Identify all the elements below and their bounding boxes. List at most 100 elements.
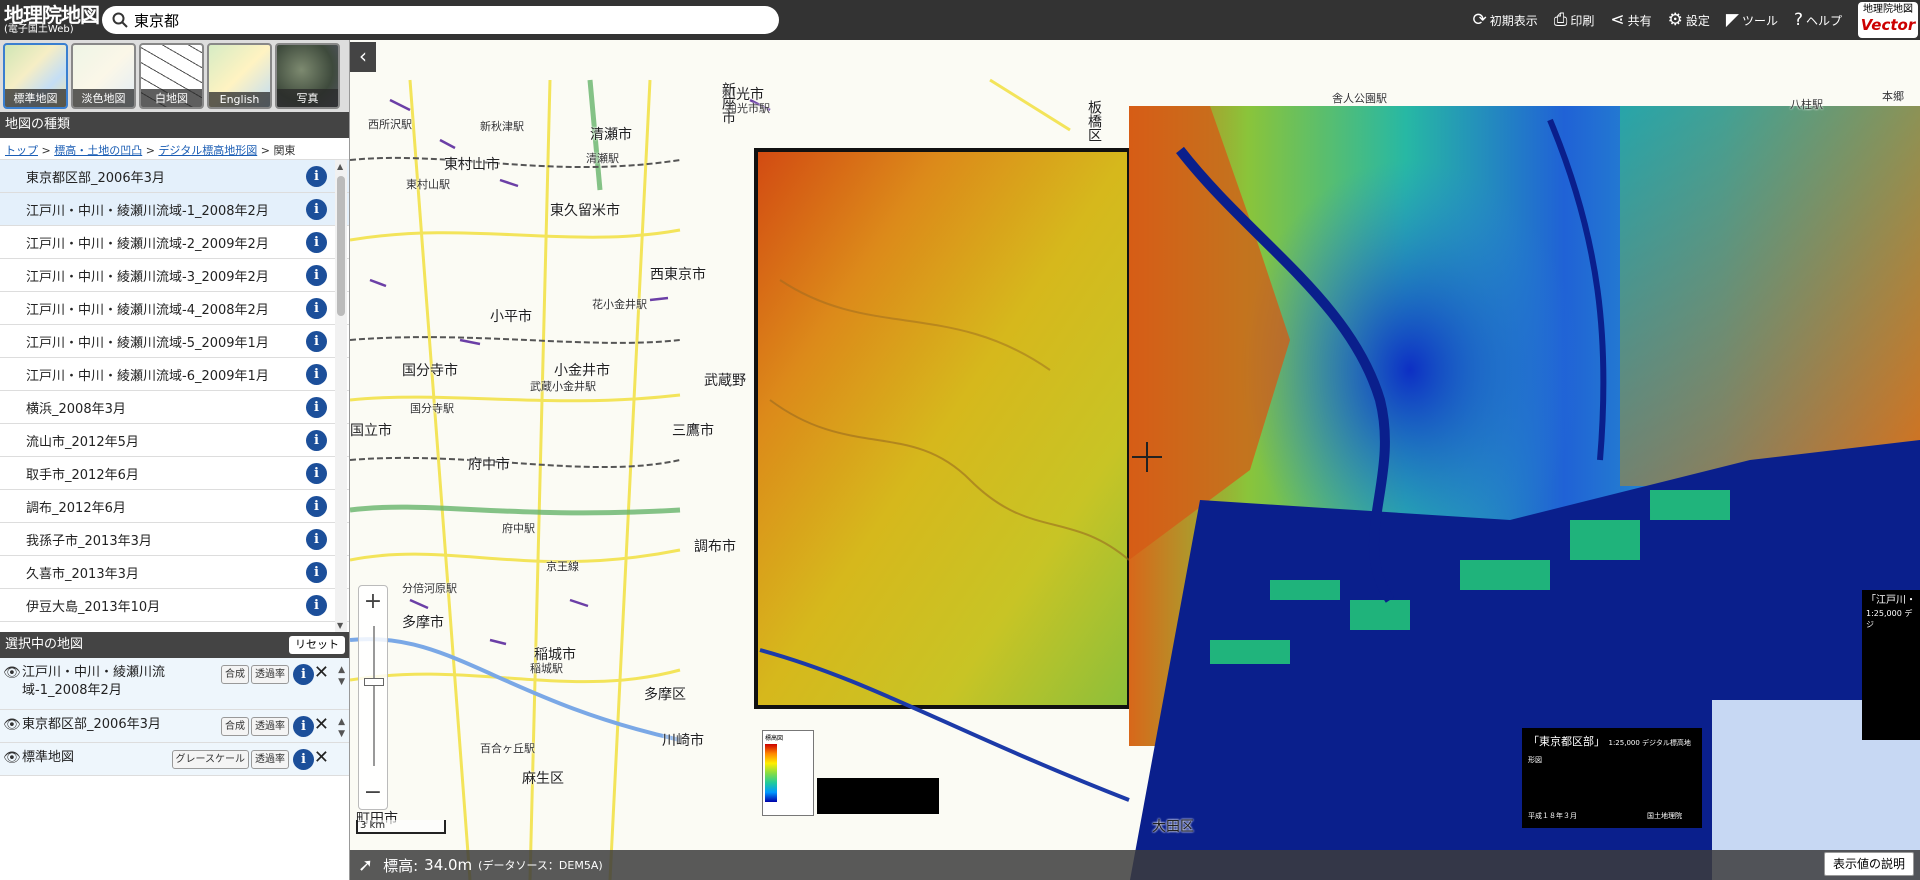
scrollbar-thumb[interactable] xyxy=(337,176,345,316)
map-label: 国分寺市 xyxy=(402,363,458,379)
list-item[interactable]: 江戸川・中川・綾瀬川流域-1_2008年2月 i xyxy=(0,193,349,226)
layer-list-scrollbar[interactable]: ▲ ▼ xyxy=(335,160,347,632)
info-icon[interactable]: i xyxy=(306,298,327,319)
close-icon[interactable]: ✕ xyxy=(314,747,329,768)
list-item[interactable]: 江戸川・中川・綾瀬川流域-5_2009年1月 i xyxy=(0,325,349,358)
eye-icon[interactable]: 👁 xyxy=(3,665,21,681)
opacity-button[interactable]: 透過率 xyxy=(251,717,289,736)
map-canvas[interactable]: 和光市 和光市駅 清瀬市 新座市 板橋区 東村山市 東久留米市 西東京市 小平市… xyxy=(350,40,1920,880)
info-icon[interactable]: i xyxy=(306,265,327,286)
list-item[interactable]: 江戸川・中川・綾瀬川流域-4_2008年2月 i xyxy=(0,292,349,325)
basemap-photo[interactable]: 写真 xyxy=(275,43,340,109)
list-item[interactable]: 江戸川・中川・綾瀬川流域-2_2009年2月 i xyxy=(0,226,349,259)
settings-label: 設定 xyxy=(1685,13,1710,28)
zoom-slider-handle[interactable] xyxy=(364,678,384,686)
gear-icon: ⚙ xyxy=(1667,10,1683,30)
info-icon[interactable]: i xyxy=(306,562,327,583)
layer-label: 江戸川・中川・綾瀬川流域-4_2008年2月 xyxy=(26,302,269,318)
map-label: 麻生区 xyxy=(522,771,564,787)
map-label: 東村山駅 xyxy=(406,178,450,191)
map-label: 西東京市 xyxy=(650,267,706,283)
zoom-out-button[interactable]: − xyxy=(359,777,387,809)
map-label: 調布市 xyxy=(694,539,736,555)
info-icon[interactable]: i xyxy=(306,496,327,517)
grayscale-button[interactable]: グレースケール xyxy=(171,750,249,769)
vector-map-link[interactable]: 地理院地図 Vector xyxy=(1858,2,1918,38)
info-icon[interactable]: i xyxy=(306,529,327,550)
print-button[interactable]: ⎙ 印刷 xyxy=(1554,10,1595,30)
share-label: 共有 xyxy=(1627,13,1652,28)
elevation-value: 34.0m xyxy=(424,856,473,874)
map-label: 大田区 xyxy=(1152,819,1194,835)
zoom-slider-track[interactable] xyxy=(373,626,375,766)
selected-maps-header: 選択中の地図 リセット xyxy=(0,632,349,658)
basemap-label: English xyxy=(209,92,270,107)
scroll-down-icon[interactable]: ▼ xyxy=(337,621,343,630)
basemap-selector: 標準地図 淡色地図 白地図 English 写真 xyxy=(0,40,349,112)
info-icon[interactable]: i xyxy=(306,331,327,352)
list-item[interactable]: 流山市_2012年5月 i xyxy=(0,424,349,457)
reorder-icon[interactable]: ▲ ▼ xyxy=(338,664,345,688)
info-icon[interactable]: i xyxy=(306,364,327,385)
layer-label: 江戸川・中川・綾瀬川流域-1_2008年2月 xyxy=(26,203,269,219)
list-item[interactable]: 取手市_2012年6月 i xyxy=(0,457,349,490)
info-icon[interactable]: i xyxy=(293,664,314,685)
basemap-blank[interactable]: 白地図 xyxy=(139,43,204,109)
site-logo[interactable]: 地理院地図 (電子国土Web) xyxy=(0,5,100,35)
opacity-button[interactable]: 透過率 xyxy=(251,665,289,684)
reset-view-label: 初期表示 xyxy=(1489,13,1538,28)
list-item[interactable]: 我孫子市_2013年3月 i xyxy=(0,523,349,556)
value-explanation-button[interactable]: 表示値の説明 xyxy=(1823,852,1914,876)
basemap-english[interactable]: English xyxy=(207,43,272,109)
selected-layer-row: 👁 東京都区部_2006年3月 合成 透過率 i ✕ ▲ ▼ xyxy=(0,710,349,743)
map-label: 国立市 xyxy=(350,423,392,439)
basemap-standard[interactable]: 標準地図 xyxy=(3,43,68,109)
data-source: (データソース：DEM5A) xyxy=(478,859,603,872)
info-icon[interactable]: i xyxy=(306,397,327,418)
info-icon[interactable]: i xyxy=(306,232,327,253)
eye-icon[interactable]: 👁 xyxy=(3,717,21,733)
collapse-sidebar-button[interactable]: ‹ xyxy=(350,42,376,72)
map-label: 武蔵小金井駅 xyxy=(530,380,596,393)
list-item[interactable]: 調布_2012年6月 i xyxy=(0,490,349,523)
search-input[interactable] xyxy=(134,11,734,29)
close-icon[interactable]: ✕ xyxy=(314,714,329,735)
tools-button[interactable]: ◤ ツール xyxy=(1726,10,1778,30)
layer-label: 伊豆大島_2013年10月 xyxy=(26,599,161,615)
help-button[interactable]: ? ヘルプ xyxy=(1794,10,1842,30)
reset-button[interactable]: リセット xyxy=(289,636,345,654)
breadcrumb-top[interactable]: トップ xyxy=(5,144,38,157)
info-icon[interactable]: i xyxy=(306,463,327,484)
close-icon[interactable]: ✕ xyxy=(314,662,329,683)
share-button[interactable]: ⋖ 共有 xyxy=(1610,10,1651,30)
info-icon[interactable]: i xyxy=(306,430,327,451)
opacity-button[interactable]: 透過率 xyxy=(251,750,289,769)
layer-label: 江戸川・中川・綾瀬川流域-5_2009年1月 xyxy=(26,335,269,351)
zoom-in-button[interactable]: + xyxy=(359,586,387,618)
list-item[interactable]: 伊豆大島_2013年10月 i xyxy=(0,589,349,622)
list-item[interactable]: 江戸川・中川・綾瀬川流域-6_2009年1月 i xyxy=(0,358,349,391)
scroll-up-icon[interactable]: ▲ xyxy=(337,162,343,171)
list-item[interactable]: 横浜_2008年3月 i xyxy=(0,391,349,424)
info-icon[interactable]: i xyxy=(293,749,314,770)
basemap-pale[interactable]: 淡色地図 xyxy=(71,43,136,109)
info-icon[interactable]: i xyxy=(306,199,327,220)
info-icon[interactable]: i xyxy=(293,716,314,737)
blend-button[interactable]: 合成 xyxy=(221,665,249,684)
list-item[interactable]: 江戸川・中川・綾瀬川流域-3_2009年2月 i xyxy=(0,259,349,292)
breadcrumb-elevation[interactable]: 標高・土地の凹凸 xyxy=(54,144,142,157)
list-item[interactable]: 東京都区部_2006年3月 i xyxy=(0,160,349,193)
settings-button[interactable]: ⚙ 設定 xyxy=(1668,10,1710,30)
blend-button[interactable]: 合成 xyxy=(221,717,249,736)
reset-view-button[interactable]: ⟳ 初期表示 xyxy=(1472,10,1537,30)
breadcrumb-dem-map[interactable]: デジタル標高地形図 xyxy=(158,144,257,157)
reorder-icon[interactable]: ▲ ▼ xyxy=(338,716,345,740)
sidebar: 標準地図 淡色地図 白地図 English 写真 地図の種類 トップ > 標高・… xyxy=(0,40,350,880)
search-box[interactable] xyxy=(102,6,779,34)
eye-icon[interactable]: 👁 xyxy=(3,750,21,766)
location-arrow-icon[interactable]: ➚ xyxy=(358,855,373,876)
list-item[interactable]: 久喜市_2013年3月 i xyxy=(0,556,349,589)
layer-label: 取手市_2012年6月 xyxy=(26,467,139,483)
info-icon[interactable]: i xyxy=(306,595,327,616)
info-icon[interactable]: i xyxy=(306,166,327,187)
